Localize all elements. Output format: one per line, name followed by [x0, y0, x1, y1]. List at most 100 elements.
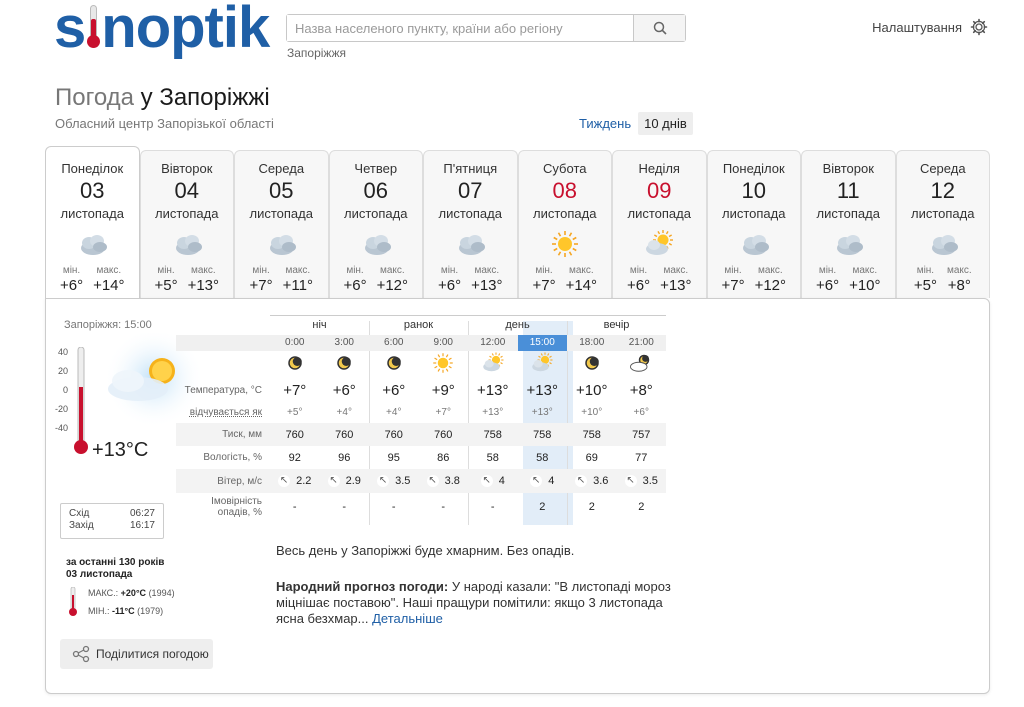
min-temp: +5°	[154, 277, 178, 294]
hour-feels: +4°	[336, 406, 352, 418]
hour-precip: -	[391, 501, 396, 513]
hour-icon	[468, 351, 518, 380]
day-tab[interactable]: П'ятниця 07 листопада мін. +6° макс. +13°	[423, 150, 518, 298]
hour-icon	[270, 351, 320, 380]
max-temp: +13°	[471, 277, 503, 294]
hour-precip: 2	[638, 501, 645, 513]
gear-icon	[970, 18, 988, 36]
settings-link[interactable]: Налаштування	[872, 18, 988, 36]
day-tab[interactable]: Вівторок 11 листопада мін. +6° макс. +10°	[801, 150, 896, 298]
thermometer-small-icon	[69, 587, 77, 616]
wind-direction-icon: ↖	[624, 475, 637, 487]
hour-pressure: 760	[434, 428, 453, 441]
hour-temp: +8°	[629, 381, 653, 399]
day-number: 12	[930, 178, 955, 203]
wind-direction-icon: ↖	[575, 475, 588, 487]
period-switch: Тиждень 10 днів	[576, 112, 693, 135]
day-number: 06	[363, 178, 388, 203]
hour-precip: -	[441, 501, 446, 513]
hour-temp: +10°	[576, 381, 608, 399]
hour-icon	[369, 351, 419, 380]
hour-icon	[518, 351, 568, 380]
search-input[interactable]	[287, 15, 633, 41]
min-label: мін.	[724, 265, 742, 276]
wind-direction-icon: ↖	[278, 475, 291, 487]
history-min: МІН.: -11°C (1979)	[88, 606, 164, 616]
hour-humidity: 96	[338, 451, 351, 464]
day-weather	[613, 227, 706, 261]
min-label: мін.	[346, 265, 364, 276]
page-subtitle: Обласний центр Запорізької області	[55, 116, 274, 131]
periods-row: ніч ранок день вечір	[176, 313, 666, 335]
cloudy-icon	[837, 235, 864, 255]
share-label: Поділитися погодою	[96, 647, 209, 661]
sun-cloud-icon	[532, 352, 553, 371]
wind-direction-icon: ↖	[377, 475, 390, 487]
max-label: макс.	[379, 265, 405, 276]
max-label: макс.	[663, 265, 689, 276]
min-label: мін.	[916, 265, 935, 276]
hour-time: 21:00	[628, 337, 654, 348]
hour-feels: +7°	[435, 406, 451, 418]
row-label: Вітер, м/с	[217, 475, 262, 487]
cloudy-icon	[270, 235, 297, 255]
day-weather	[235, 227, 328, 261]
period-label: день	[468, 314, 567, 334]
day-tab[interactable]: Субота 08 листопада мін. +7° макс. +14°	[517, 150, 612, 298]
wind-direction-icon: ↖	[426, 475, 439, 487]
more-link[interactable]: Детальніше	[372, 611, 443, 626]
max-label: макс.	[190, 265, 216, 276]
day-tab[interactable]: Понеділок 03 листопада мін. +6° макс. +14°	[45, 146, 140, 298]
sun-cloud-icon	[646, 230, 674, 255]
hour-icon	[567, 351, 617, 380]
day-tab[interactable]: Середа 05 листопада мін. +7° макс. +11°	[234, 150, 329, 298]
sunset-time: 16:17	[129, 520, 155, 531]
hour-temp: +9°	[431, 381, 455, 399]
max-temp: +10°	[849, 277, 881, 294]
max-temp: +12°	[754, 277, 787, 294]
wind-direction-icon: ↖	[480, 475, 493, 487]
day-name: Понеділок	[61, 161, 124, 176]
thermometer-icon	[74, 347, 88, 454]
thermometer-logo-icon	[86, 5, 101, 49]
day-tab[interactable]: Четвер 06 листопада мін. +6° макс. +12°	[328, 150, 423, 298]
hour-wind: ↖ 2.9	[327, 475, 361, 487]
day-month: листопада	[344, 206, 408, 221]
hour-precip: 2	[539, 501, 546, 513]
moon-icon	[337, 355, 351, 370]
search-button[interactable]	[633, 15, 685, 41]
wind-direction-icon: ↖	[530, 475, 543, 487]
moon-icon	[585, 355, 599, 370]
hour-temp: +13°	[477, 381, 509, 399]
day-tab[interactable]: Середа 12 листопада мін. +5° макс. +8°	[895, 150, 990, 298]
day-tab[interactable]: Вівторок 04 листопада мін. +5° макс. +13°	[139, 150, 234, 298]
max-label: макс.	[568, 265, 594, 276]
ten-days-button[interactable]: 10 днів	[638, 112, 693, 135]
day-tab[interactable]: Неділя 09 листопада мін. +6° макс. +13°	[612, 150, 707, 298]
hum-row: Вологість, % 92 96 95 86 58 58 69 77	[176, 446, 666, 469]
week-link[interactable]: Тиждень	[576, 112, 634, 135]
day-month: листопада	[816, 206, 880, 221]
share-weather-button[interactable]: Поділитися погодою	[60, 639, 213, 669]
hour-time: 3:00	[334, 337, 354, 348]
cloudy-icon	[81, 235, 108, 255]
day-weather	[141, 227, 234, 261]
min-temp: +6°	[437, 277, 462, 294]
wind-row: Вітер, м/с ↖ 2.2 ↖ 2.9 ↖ 3.5 ↖ 3.8 ↖ 4 ↖ 4 ↖ 3.6 ↖ 3.5	[176, 469, 666, 493]
max-label: макс.	[852, 265, 878, 276]
hour-icon	[617, 351, 667, 380]
feels-row: відчувається як +5° +4° +4° +7° +13° +13° +10° +…	[176, 401, 666, 423]
cloudy-icon	[175, 235, 202, 255]
day-name: П'ятниця	[443, 161, 498, 176]
min-label: мін.	[818, 265, 837, 276]
sinoptik-logo[interactable]: s noptik	[54, 0, 270, 57]
max-temp: +14°	[93, 277, 125, 294]
day-tab[interactable]: Понеділок 10 листопада мін. +7° макс. +12°	[706, 150, 801, 298]
hour-humidity: 58	[486, 451, 499, 464]
min-temp: +7°	[249, 277, 273, 294]
row-label: Температура, °С	[184, 384, 262, 396]
day-number: 08	[552, 178, 577, 203]
recent-city-link[interactable]: Запоріжжя	[287, 46, 346, 60]
hour-feels: +13°	[482, 406, 504, 418]
cloudy-icon	[742, 235, 769, 255]
